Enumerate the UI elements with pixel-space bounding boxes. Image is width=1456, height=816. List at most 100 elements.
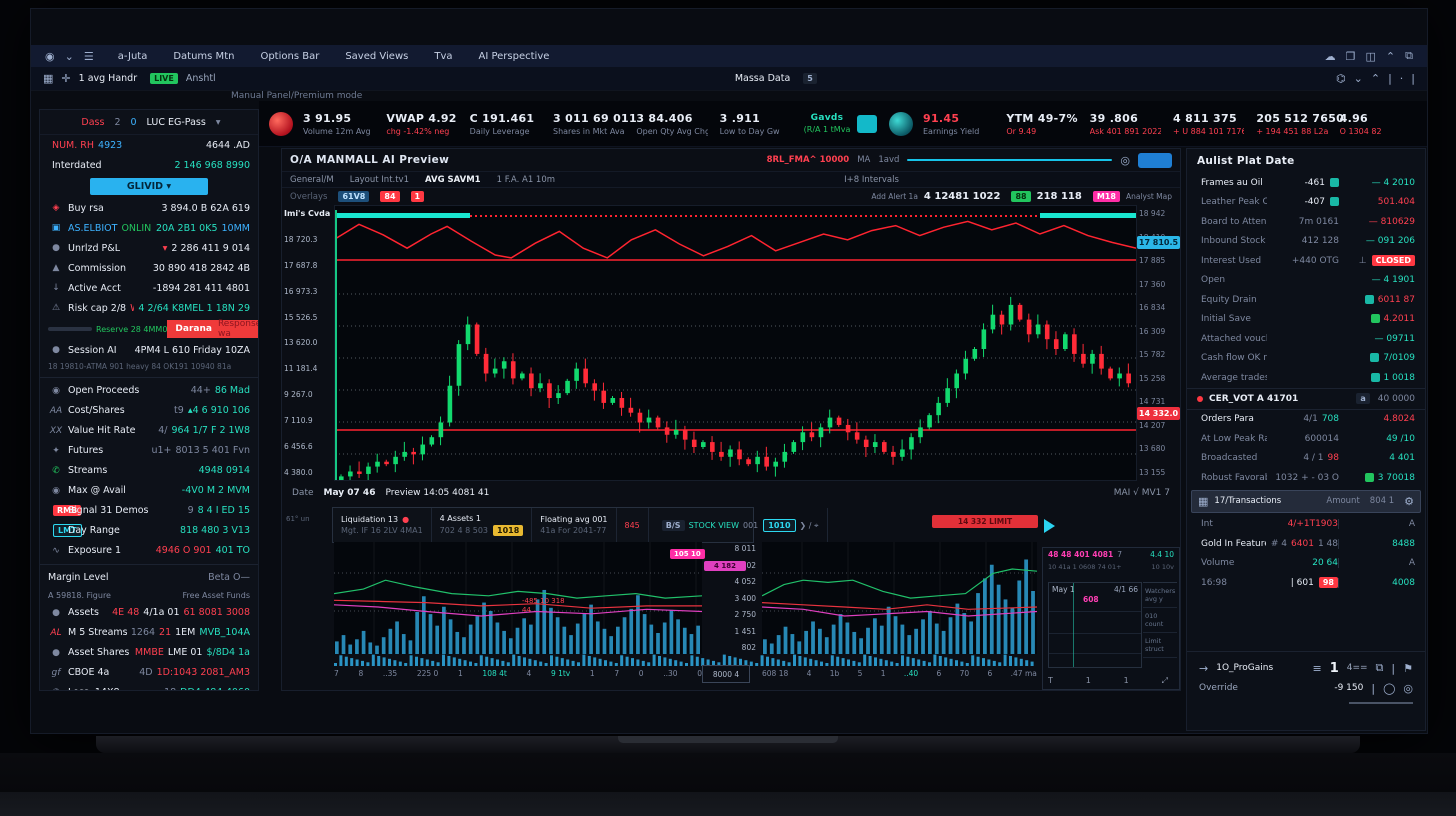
mini-icon[interactable]: T	[1048, 676, 1053, 686]
menubar-item-5[interactable]: Tva	[434, 51, 452, 62]
menu-icon[interactable]: ≡	[1312, 662, 1321, 675]
market-row[interactable]: Average trades1 0018	[1187, 368, 1425, 388]
mini-down-icon[interactable]: ⌄	[1354, 72, 1363, 85]
candlestick-chart[interactable]	[335, 206, 1136, 480]
mini-icon[interactable]: 1	[1086, 676, 1091, 686]
toolbar-section-5[interactable]: B/SSTOCK VIEW0011010❯ ∕ ⌖	[649, 508, 828, 542]
account-row[interactable]: NUM. RH49234644 .AD	[40, 135, 258, 155]
watchlist-item[interactable]: LMTDay Range818 480 3 V13	[40, 521, 258, 541]
override-value[interactable]: -9 150	[1334, 683, 1363, 693]
menubar-item-2[interactable]: Datums Mtn	[173, 51, 234, 62]
key-icon[interactable]: ✛	[61, 72, 70, 85]
watchlist-item[interactable]: ✆Streams4948 0914	[40, 461, 258, 481]
market-row[interactable]: Open— 4 1901	[1187, 271, 1425, 291]
market-row[interactable]: Equity Drain6011 87	[1187, 290, 1425, 310]
order-stat-row[interactable]: At Low Peak Rate60001449 /10	[1187, 429, 1425, 449]
cloud-icon[interactable]: ☁	[1325, 50, 1336, 63]
main-chart-plot[interactable]	[334, 205, 1137, 481]
publish-button[interactable]	[1138, 153, 1172, 168]
watchlist-item[interactable]: XXValue Hit Rate4/964 1/7 F 2 1W8	[40, 421, 258, 441]
position-row[interactable]: ▣AS.ELBIOTONLINE20A 2B1 0K510MM	[40, 218, 258, 238]
target-icon[interactable]: ◎	[1403, 682, 1413, 695]
account-row[interactable]: Interdated2 146 968 8990	[40, 155, 258, 175]
chevron-down-icon[interactable]: ⌄	[65, 50, 74, 63]
market-row[interactable]: Cash flow OK rate7/0109	[1187, 349, 1425, 369]
session-row-inner[interactable]: ●Session AI4PM4 L 610 Friday 10ZA	[40, 340, 258, 360]
detail-row[interactable]: 16:98| 601984008	[1187, 573, 1425, 593]
camera-icon[interactable]: ◎	[1120, 154, 1130, 167]
symbol-chip[interactable]: 61V8	[338, 191, 369, 202]
menubar-item-1[interactable]: a-Juta	[118, 51, 148, 62]
chart-tab-3[interactable]: AVG SAVM1	[425, 175, 481, 185]
mini-grid-icon[interactable]: ⌬	[1336, 72, 1346, 85]
cancel-all-button[interactable]: Darana Response wa	[167, 320, 259, 338]
indicator-panel-right[interactable]	[762, 542, 1037, 654]
watchlist-item[interactable]: ✦Futuresu1+8013 5 401 Fvn	[40, 441, 258, 461]
order-button[interactable]: GLIVID ▾	[90, 178, 208, 195]
watchlist-item[interactable]: RMBSignal 31 Demos98 4 I ED 15	[40, 501, 258, 521]
quick-trade-button[interactable]	[857, 115, 877, 133]
mini-icon[interactable]: ⤢	[1162, 676, 1168, 686]
toolbar-section-3[interactable]: Floating avg 00141a For 2041-77	[532, 508, 616, 542]
market-row[interactable]: Leather Peak Charge-407501.404	[1187, 193, 1425, 213]
stat-row[interactable]: ALM 5 Streams1264211EMMVB_104A	[40, 623, 258, 643]
chart-tab-2[interactable]: Layout Int.tv1	[350, 175, 409, 185]
chart-tab-1[interactable]: General/M	[290, 175, 334, 185]
timeline-slider[interactable]	[907, 159, 1112, 161]
instrument-logo-teal[interactable]	[889, 112, 913, 136]
caret-icon[interactable]: ⌃	[1386, 50, 1395, 63]
stat-row[interactable]: ●Assets4E 484/1a 0161 8081 3008	[40, 603, 258, 623]
arrow-right-icon[interactable]: →	[1199, 662, 1208, 675]
detail-row[interactable]: Volume20 64A	[1187, 554, 1425, 574]
toolbar-icons[interactable]: ❯ ∕ ⌖	[800, 521, 819, 530]
order-stat-row[interactable]: Robust Favorable 6108 Long1032 + - 03 O3…	[1187, 468, 1425, 488]
copy-icon[interactable]: ⧉	[1376, 661, 1384, 675]
axis-right-label[interactable]: MAI √ MV1 7	[1114, 488, 1170, 498]
flag-icon[interactable]: ⚑	[1403, 662, 1413, 675]
indicator-panel-left[interactable]	[334, 542, 702, 654]
order-stat-row[interactable]: Orders Para4/17084.8024	[1187, 410, 1425, 430]
chart-tab-4[interactable]: 1 F.A. A1 10m	[497, 175, 555, 185]
instrument-logo-red[interactable]	[269, 112, 293, 136]
headset-icon[interactable]: ◉	[45, 50, 55, 63]
toolbar-section-4[interactable]: 845	[617, 508, 649, 542]
grid-icon[interactable]: ▦	[43, 72, 53, 85]
menubar-item-3[interactable]: Options Bar	[260, 51, 319, 62]
detail-row[interactable]: Int4/+1T1903A	[1187, 515, 1425, 535]
market-row[interactable]: Interest Used+440 OTG⊥CLOSED	[1187, 251, 1425, 271]
mini-icon[interactable]: 1	[1124, 676, 1129, 686]
toolbar-section-2[interactable]: 4 Assets 1702 4 8 5031018	[432, 508, 533, 542]
order-stat-row[interactable]: Broadcasted4 / 1984 401	[1187, 449, 1425, 469]
stack-icon[interactable]: ⧉	[1405, 49, 1413, 63]
stats-icon[interactable]: ◫	[1366, 50, 1376, 63]
quantity-value[interactable]: 1	[1330, 661, 1339, 676]
menubar-item-4[interactable]: Saved Views	[345, 51, 408, 62]
stat-row[interactable]: ✆Loss .14X818DD4-484-4060	[40, 683, 258, 691]
limit-red-bar[interactable]: 14 332 LIMIT	[932, 515, 1038, 528]
play-flag-icon[interactable]	[1044, 519, 1055, 533]
selected-transaction-row[interactable]: ▦ 17/Transactions Amount 804 1 ⚙	[1191, 490, 1421, 513]
market-row[interactable]: Board to Attend AM7m 0161— 810629	[1187, 212, 1425, 232]
macd-volume-chart[interactable]	[334, 542, 702, 654]
market-row[interactable]: Attached vouchers— 09711	[1187, 329, 1425, 349]
market-row[interactable]: Frames au Oil-461— 4 2010	[1187, 173, 1425, 193]
gear-icon[interactable]: ⚙	[1404, 495, 1414, 508]
market-row[interactable]: Inbound Stock View412 128— 091 206	[1187, 232, 1425, 252]
stat-row[interactable]: gfCBOE 4a4D1D:1043 2081_AM3	[40, 663, 258, 683]
position-row[interactable]: ◈Buy rsa3 894.0 B 62A 619	[40, 198, 258, 218]
watchlist-item[interactable]: ◉Max @ Avail-4V0 M 2 MVM	[40, 481, 258, 501]
watchlist-item[interactable]: AACost/Sharest9▴4 6 910 106	[40, 401, 258, 421]
mini-dot-icon[interactable]: ·	[1400, 72, 1404, 85]
position-row[interactable]: ⚠Risk cap 2/8WE1 1M4 2/64 K8MEL 1 18N 29	[40, 298, 258, 318]
window-icon[interactable]: ❐	[1346, 50, 1356, 63]
watchlist-item[interactable]: ◉Open Proceeds44+86 Mad	[40, 381, 258, 401]
position-row[interactable]: ↓Active Acct-1894 281 411 4801	[40, 278, 258, 298]
account-selector[interactable]: Dass20LUC EG-Pass▾	[40, 110, 258, 135]
position-row[interactable]: ●Unrlzd P&L▾2 286 411 9 014	[40, 238, 258, 258]
market-row[interactable]: Initial Save4.2011	[1187, 310, 1425, 330]
position-row[interactable]: ▲Commission30 890 418 2842 4B	[40, 258, 258, 278]
watchlist-item[interactable]: ∿Exposure 14946 O 901401 TO	[40, 541, 258, 561]
rsi-volume-chart[interactable]	[762, 542, 1037, 654]
refresh-icon[interactable]: ◯	[1383, 682, 1395, 695]
stat-row[interactable]: ●Asset SharesMMBELME 01$/8D4 1a	[40, 643, 258, 663]
